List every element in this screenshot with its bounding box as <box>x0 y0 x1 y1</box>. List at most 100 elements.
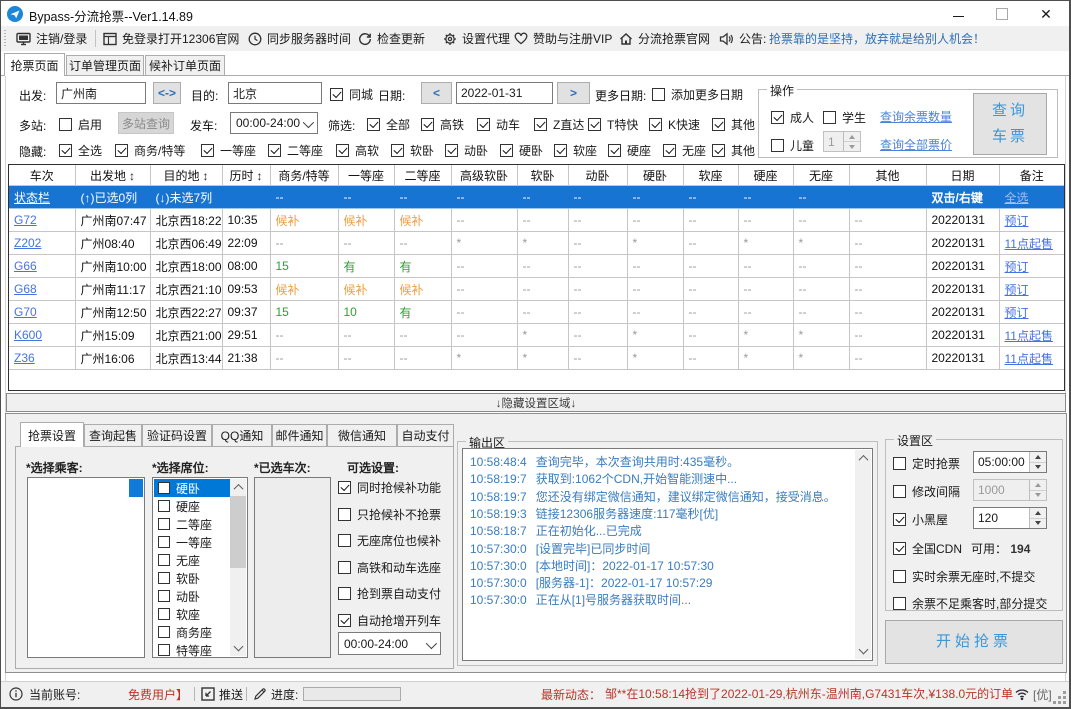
adult-checkbox[interactable]: 成人 <box>771 109 814 126</box>
grab-option-checkbox-2[interactable]: 只抢候补不抢票 <box>338 506 441 523</box>
scroll-up-icon[interactable] <box>855 450 871 466</box>
filter-checkbox-1[interactable]: 全部 <box>367 116 410 133</box>
hide-checkbox-4[interactable]: 二等座 <box>268 142 323 159</box>
settings-tab-5[interactable]: 邮件通知 <box>272 424 327 447</box>
toolbar-item-5[interactable]: 设置代理 <box>443 26 510 51</box>
book-link[interactable]: 预订 <box>1005 260 1029 274</box>
start-grab-button[interactable]: 开始抢票 <box>885 620 1063 664</box>
seat-scrollbar[interactable] <box>230 479 246 656</box>
seat-option-7[interactable]: 动卧 <box>154 587 230 605</box>
table-row[interactable]: Z36 广州16:06 北京西13:44 21:38 -- -- -- * * -- * -- * * --… <box>9 346 1064 370</box>
column-header[interactable]: 硬卧 <box>626 165 684 186</box>
seat-listbox[interactable]: 硬卧 硬座 二等座 一等座 无座 软卧 动卧 软座 商务座 特等座 <box>152 477 248 658</box>
seat-option-2[interactable]: 硬座 <box>154 497 230 515</box>
seat-option-5[interactable]: 无座 <box>154 551 230 569</box>
settings-tab-6[interactable]: 微信通知 <box>327 424 397 447</box>
date-input[interactable]: 2022-01-31 <box>456 82 553 104</box>
book-link[interactable]: 11点起售 <box>1005 237 1053 251</box>
scroll-up-icon[interactable] <box>230 479 246 495</box>
table-row[interactable]: G68 广州南11:17 北京西21:10 09:53 候补 候补 候补 -- -- -- -- --… <box>9 277 1064 301</box>
output-scrollbar[interactable] <box>855 450 871 659</box>
table-status-row[interactable]: 状态栏 (↑)已选0列 (↓)未选7列 -- -- -- -- -- -- -- -- -- -- 双击/… <box>9 185 1064 209</box>
grab-option-checkbox-1[interactable]: 同时抢候补功能 <box>338 479 441 496</box>
seat-option-6[interactable]: 软卧 <box>154 569 230 587</box>
grab-option-checkbox-3[interactable]: 无座席位也候补 <box>338 532 441 549</box>
multi-query-button[interactable]: 多站查询 <box>118 112 174 134</box>
hide-checkbox-7[interactable]: 动卧 <box>445 142 488 159</box>
train-number-link[interactable]: K600 <box>14 328 42 342</box>
settings-tab-4[interactable]: QQ通知 <box>212 424 272 447</box>
depart-input[interactable]: 广州南 <box>56 82 146 104</box>
book-link[interactable]: 预订 <box>1005 283 1029 297</box>
swap-stations-button[interactable]: <-> <box>153 82 181 104</box>
interval-checkbox[interactable]: 修改间隔 <box>893 483 960 500</box>
train-number-link[interactable]: 状态栏 <box>14 191 50 205</box>
blackroom-spinner[interactable]: 120 <box>973 507 1047 529</box>
close-button[interactable]: ✕ <box>1024 1 1068 26</box>
passenger-listbox[interactable] <box>27 477 145 658</box>
train-number-link[interactable]: Z202 <box>14 236 41 250</box>
book-link[interactable]: 预订 <box>1005 214 1029 228</box>
grab-option-checkbox-6[interactable]: 自动抢增开列车 <box>338 612 441 629</box>
blackroom-checkbox[interactable]: 小黑屋 <box>893 511 948 528</box>
cdn-checkbox[interactable]: 全国CDN <box>893 540 962 557</box>
table-row[interactable]: G66 广州南10:00 北京西18:00 08:00 15 有有 -- -- -- -- -- --… <box>9 254 1064 278</box>
seat-option-9[interactable]: 商务座 <box>154 623 230 641</box>
book-link[interactable]: 11点起售 <box>1005 352 1053 366</box>
hide-checkbox-8[interactable]: 硬卧 <box>500 142 543 159</box>
toolbar-item-4[interactable]: 检查更新 <box>358 26 425 51</box>
train-number-link[interactable]: G72 <box>14 213 37 227</box>
seat-option-3[interactable]: 二等座 <box>154 515 230 533</box>
train-number-link[interactable]: G68 <box>14 282 37 296</box>
column-header[interactable]: 一等座 <box>337 165 395 186</box>
same-city-checkbox[interactable]: 同城 <box>330 86 373 103</box>
main-tab-3[interactable]: 候补订单页面 <box>145 55 225 76</box>
add-more-dates-checkbox[interactable]: 添加更多日期 <box>652 86 743 103</box>
book-link[interactable]: 11点起售 <box>1005 329 1053 343</box>
no-seat-checkbox[interactable]: 实时余票无座时,不提交 <box>893 568 1035 585</box>
toolbar-item-7[interactable]: 分流抢票官网 <box>619 26 710 51</box>
hide-checkbox-2[interactable]: 商务/特等 <box>115 142 185 159</box>
hide-checkbox-6[interactable]: 软卧 <box>391 142 434 159</box>
column-header[interactable]: 软卧 <box>516 165 569 186</box>
main-tab-2[interactable]: 订单管理页面 <box>66 55 144 76</box>
spinner-arrows[interactable] <box>1029 452 1046 472</box>
minimize-button[interactable] <box>936 1 980 26</box>
query-tickets-button[interactable]: 查询 车票 <box>973 93 1047 155</box>
hide-checkbox-1[interactable]: 全选 <box>59 142 102 159</box>
child-checkbox[interactable]: 儿童 <box>771 137 814 154</box>
filter-checkbox-3[interactable]: 动车 <box>477 116 520 133</box>
column-header[interactable]: 软座 <box>682 165 739 186</box>
hide-checkbox-5[interactable]: 高软 <box>336 142 379 159</box>
filter-checkbox-6[interactable]: K快速 <box>649 116 700 133</box>
settings-tab-2[interactable]: 查询起售 <box>84 424 142 447</box>
filter-checkbox-4[interactable]: Z直达 <box>534 116 584 133</box>
column-header[interactable]: 高级软卧 <box>450 165 518 186</box>
scrollbar-thumb[interactable] <box>230 496 246 568</box>
train-number-link[interactable]: G70 <box>14 305 37 319</box>
settings-tab-7[interactable]: 自动支付 <box>397 424 454 447</box>
column-header[interactable]: 动卧 <box>567 165 628 186</box>
seat-option-1[interactable]: 硬卧 <box>154 479 230 497</box>
column-header[interactable]: 二等座 <box>393 165 452 186</box>
train-number-link[interactable]: G66 <box>14 259 37 273</box>
table-row[interactable]: Z202 广州08:40 北京西06:49 22:09 -- -- -- * * -- * -- * * -… <box>9 231 1064 255</box>
depart-time-select[interactable]: 00:00-24:00 <box>230 112 318 134</box>
grab-option-checkbox-4[interactable]: 高铁和动车选座 <box>338 559 441 576</box>
query-remaining-link[interactable]: 查询余票数量 <box>880 108 952 125</box>
settings-tab-1[interactable]: 抢票设置 <box>20 422 84 447</box>
toolbar-item-8[interactable]: 公告: <box>719 26 766 51</box>
column-header[interactable]: 出发地 ↕ <box>74 165 151 186</box>
scroll-down-icon[interactable] <box>855 643 871 659</box>
column-header[interactable]: 无座 <box>792 165 850 186</box>
select-all-link[interactable]: 全选 <box>1005 191 1029 205</box>
seat-option-8[interactable]: 软座 <box>154 605 230 623</box>
output-log[interactable]: 10:58:48:4 查询完毕，本次查询共用时:435毫秒。 10:58:19:7 获… <box>462 448 873 661</box>
main-tab-1[interactable]: 抢票页面 <box>4 53 65 76</box>
scroll-down-icon[interactable] <box>230 640 246 656</box>
seat-option-4[interactable]: 一等座 <box>154 533 230 551</box>
hide-checkbox-10[interactable]: 硬座 <box>608 142 651 159</box>
date-next-button[interactable]: > <box>557 82 590 104</box>
hide-checkbox-12[interactable]: 其他 <box>712 142 755 159</box>
spinner-arrows[interactable] <box>1029 508 1046 528</box>
